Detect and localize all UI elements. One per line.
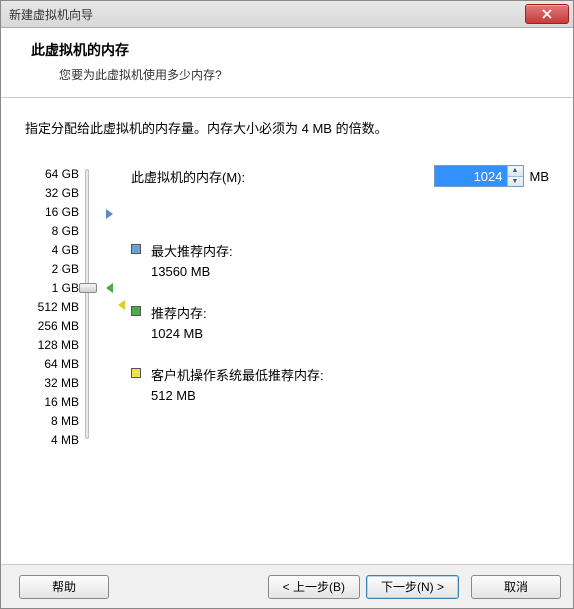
scale-tick-label: 32 GB <box>38 184 79 203</box>
scale-tick-label: 4 GB <box>38 241 79 260</box>
content-area: 指定分配给此虚拟机的内存量。内存大小必须为 4 MB 的倍数。 64 GB 32… <box>1 98 573 465</box>
spin-buttons: ▲ ▼ <box>507 166 523 186</box>
min-memory-group: 客户机操作系统最低推荐内存: 512 MB <box>131 365 549 403</box>
square-icon <box>131 368 141 378</box>
scale-tick-label: 4 MB <box>38 431 79 450</box>
scale-tick-label: 32 MB <box>38 374 79 393</box>
scale-tick-label: 1 GB <box>38 279 79 298</box>
back-button[interactable]: < 上一步(B) <box>268 575 360 599</box>
max-memory-group: 最大推荐内存: 13560 MB <box>131 241 549 279</box>
rec-memory-group: 推荐内存: 1024 MB <box>131 303 549 341</box>
max-memory-label: 最大推荐内存: <box>151 241 233 260</box>
max-memory-value: 13560 MB <box>151 260 233 279</box>
close-button[interactable] <box>525 4 569 24</box>
scale-tick-label: 64 MB <box>38 355 79 374</box>
wizard-header: 此虚拟机的内存 您要为此虚拟机使用多少内存? <box>1 28 573 98</box>
scale-tick-label: 256 MB <box>38 317 79 336</box>
memory-field-label: 此虚拟机的内存(M): <box>131 167 434 186</box>
titlebar: 新建虚拟机向导 <box>1 0 573 28</box>
scale-tick-label: 128 MB <box>38 336 79 355</box>
instruction-text: 指定分配给此虚拟机的内存量。内存大小必须为 4 MB 的倍数。 <box>25 118 549 137</box>
min-memory-value: 512 MB <box>151 384 324 403</box>
cancel-button[interactable]: 取消 <box>471 575 561 599</box>
help-button[interactable]: 帮助 <box>19 575 109 599</box>
scale-tick-label: 16 MB <box>38 393 79 412</box>
spin-down-button[interactable]: ▼ <box>507 177 523 187</box>
memory-row: 64 GB 32 GB 16 GB 8 GB 4 GB 2 GB 1 GB 51… <box>25 165 549 465</box>
square-icon <box>131 244 141 254</box>
wizard-window: 新建虚拟机向导 此虚拟机的内存 您要为此虚拟机使用多少内存? 指定分配给此虚拟机… <box>0 0 574 609</box>
memory-unit: MB <box>530 169 550 184</box>
info-column: 此虚拟机的内存(M): ▲ ▼ MB 最大 <box>95 165 549 465</box>
memory-field-row: 此虚拟机的内存(M): ▲ ▼ MB <box>131 165 549 187</box>
rec-memory-label: 推荐内存: <box>151 303 207 322</box>
scale-tick-label: 2 GB <box>38 260 79 279</box>
scale-tick-label: 512 MB <box>38 298 79 317</box>
slider-track <box>85 169 89 439</box>
memory-slider[interactable]: 64 GB 32 GB 16 GB 8 GB 4 GB 2 GB 1 GB 51… <box>25 165 95 465</box>
header-subtitle: 您要为此虚拟机使用多少内存? <box>31 66 553 83</box>
min-memory-label: 客户机操作系统最低推荐内存: <box>151 365 324 384</box>
spin-up-button[interactable]: ▲ <box>507 166 523 177</box>
scale-tick-label: 8 MB <box>38 412 79 431</box>
square-icon <box>131 306 141 316</box>
header-title: 此虚拟机的内存 <box>31 40 553 60</box>
memory-spinbox[interactable]: ▲ ▼ <box>434 165 524 187</box>
scale-labels: 64 GB 32 GB 16 GB 8 GB 4 GB 2 GB 1 GB 51… <box>38 165 79 450</box>
memory-input[interactable] <box>435 166 507 186</box>
wizard-footer: 帮助 < 上一步(B) 下一步(N) > 取消 <box>1 564 573 608</box>
scale-tick-label: 64 GB <box>38 165 79 184</box>
close-icon <box>542 9 552 19</box>
rec-memory-value: 1024 MB <box>151 322 207 341</box>
window-title: 新建虚拟机向导 <box>9 6 525 23</box>
scale-tick-label: 8 GB <box>38 222 79 241</box>
next-button[interactable]: 下一步(N) > <box>366 575 459 599</box>
scale-tick-label: 16 GB <box>38 203 79 222</box>
